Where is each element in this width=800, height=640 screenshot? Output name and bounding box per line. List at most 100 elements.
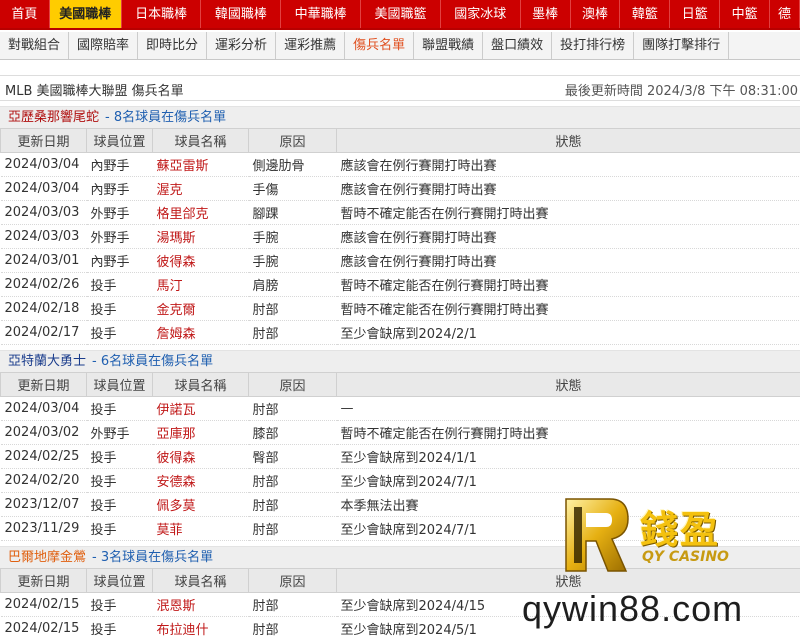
player-name[interactable]: 馬汀 xyxy=(152,272,249,297)
update-date: 2024/02/18 xyxy=(0,296,87,321)
table-row: 2024/03/03 外野手 格里郃克 腳踝 暫時不確定能否在例行賽開打時出賽 xyxy=(0,200,800,225)
update-date: 2023/12/07 xyxy=(0,492,87,517)
update-date: 2024/02/26 xyxy=(0,272,87,297)
injury-status: 應該會在例行賽開打時出賽 xyxy=(336,176,800,201)
top-nav-tab[interactable]: 澳棒 xyxy=(571,0,621,28)
player-name[interactable]: 彼得森 xyxy=(152,248,249,273)
player-name[interactable]: 金克爾 xyxy=(152,296,249,321)
update-date: 2024/03/04 xyxy=(0,176,87,201)
injury-reason: 肘部 xyxy=(248,468,337,493)
brand-subtitle: QY CASINO xyxy=(642,549,729,565)
top-nav-tab[interactable]: 日籃 xyxy=(670,0,721,28)
player-name[interactable]: 亞庫那 xyxy=(152,420,249,445)
update-date: 2024/03/02 xyxy=(0,420,87,445)
sub-nav-item[interactable]: 盤口績效 xyxy=(483,32,553,59)
top-nav-tab[interactable]: 美國職籃 xyxy=(361,0,441,28)
table-row: 2024/02/20 投手 安德森 肘部 至少會缺席到2024/7/1 xyxy=(0,468,800,493)
player-name[interactable]: 格里郃克 xyxy=(152,200,249,225)
injury-status: 應該會在例行賽開打時出賽 xyxy=(336,152,800,177)
last-updated: 最後更新時間 2024/3/8 下午 08:31:00 xyxy=(564,84,798,99)
player-position: 內野手 xyxy=(86,152,153,177)
table-row: 2024/03/04 投手 伊諾瓦 肘部 — xyxy=(0,396,800,421)
player-name[interactable]: 湯瑪斯 xyxy=(152,224,249,249)
injury-reason: 肩膀 xyxy=(248,272,337,297)
top-nav-tab[interactable]: 國家冰球 xyxy=(441,0,521,28)
injury-status: 暫時不確定能否在例行賽開打時出賽 xyxy=(336,420,800,445)
injury-status: 至少會缺席到2024/7/1 xyxy=(336,468,800,493)
sub-nav-item[interactable]: 運彩推薦 xyxy=(276,32,346,59)
injury-reason: 臀部 xyxy=(248,444,337,469)
top-nav-tab[interactable]: 美國職棒 xyxy=(49,0,122,28)
player-name[interactable]: 彼得森 xyxy=(152,444,249,469)
player-position: 投手 xyxy=(86,272,153,297)
player-position: 投手 xyxy=(86,468,153,493)
top-nav-tab[interactable]: 中華職棒 xyxy=(281,0,362,28)
player-name[interactable]: 渥克 xyxy=(152,176,249,201)
sub-nav-item[interactable]: 團隊打擊排行 xyxy=(634,32,730,59)
top-nav-tab[interactable]: 首頁 xyxy=(0,0,50,28)
injury-status: 暫時不確定能否在例行賽開打時出賽 xyxy=(336,296,800,321)
injury-reason: 腳踝 xyxy=(248,200,337,225)
column-header: 原因 xyxy=(248,372,337,397)
injury-reason: 手傷 xyxy=(248,176,337,201)
sub-nav-item[interactable]: 投打排行榜 xyxy=(552,32,635,59)
injury-status: 應該會在例行賽開打時出賽 xyxy=(336,224,800,249)
table-header-row: 更新日期 球員位置 球員名稱 原因 狀態 xyxy=(0,372,800,397)
update-date: 2024/02/15 xyxy=(0,592,87,617)
injury-status: 至少會缺席到2024/1/1 xyxy=(336,444,800,469)
top-nav-tab[interactable]: 韓國職棒 xyxy=(201,0,282,28)
player-name[interactable]: 布拉迪什 xyxy=(152,616,249,640)
player-position: 內野手 xyxy=(86,176,153,201)
sub-nav-item[interactable]: 對戰組合 xyxy=(0,32,70,59)
update-date: 2024/02/17 xyxy=(0,320,87,345)
player-name[interactable]: 莫菲 xyxy=(152,516,249,541)
update-date: 2024/03/03 xyxy=(0,200,87,225)
player-name[interactable]: 佩多莫 xyxy=(152,492,249,517)
sub-nav-item[interactable]: 即時比分 xyxy=(138,32,208,59)
table-row: 2024/02/18 投手 金克爾 肘部 暫時不確定能否在例行賽開打時出賽 xyxy=(0,296,800,321)
update-date: 2024/03/01 xyxy=(0,248,87,273)
top-nav-tab[interactable]: 中籃 xyxy=(720,0,771,28)
site-url: qywin88.com xyxy=(522,588,744,629)
player-position: 投手 xyxy=(86,516,153,541)
sub-nav-item[interactable]: 運彩分析 xyxy=(207,32,277,59)
player-position: 投手 xyxy=(86,616,153,640)
team-name[interactable]: 亞特蘭大勇士 xyxy=(8,354,86,369)
sub-nav-item[interactable]: 傷兵名單 xyxy=(345,32,415,59)
column-header: 狀態 xyxy=(336,128,800,153)
injury-reason: 肘部 xyxy=(248,592,337,617)
player-position: 外野手 xyxy=(86,224,153,249)
update-date: 2023/11/29 xyxy=(0,516,87,541)
sub-nav: 對戰組合 國際賠率 即時比分 運彩分析 運彩推薦 傷兵名單 聯盟戰績 盤口績效 投打排行榜 團隊打… xyxy=(0,32,800,60)
injury-reason: 肘部 xyxy=(248,320,337,345)
team-name[interactable]: 巴爾地摩金鶯 xyxy=(8,550,86,565)
player-name[interactable]: 詹姆森 xyxy=(152,320,249,345)
team-name[interactable]: 亞歷桑那響尾蛇 xyxy=(8,110,99,125)
sub-nav-item[interactable]: 國際賠率 xyxy=(69,32,139,59)
player-position: 投手 xyxy=(86,592,153,617)
team-injury-count: - 3名球員在傷兵名單 xyxy=(92,550,214,565)
top-nav-tab[interactable]: 德 xyxy=(770,0,800,28)
player-name[interactable]: 安德森 xyxy=(152,468,249,493)
sub-nav-item[interactable]: 聯盟戰績 xyxy=(414,32,484,59)
injury-status: 應該會在例行賽開打時出賽 xyxy=(336,248,800,273)
player-name[interactable]: 蘇亞雷斯 xyxy=(152,152,249,177)
player-position: 外野手 xyxy=(86,200,153,225)
column-header: 狀態 xyxy=(336,372,800,397)
column-header: 球員名稱 xyxy=(152,568,249,593)
top-nav-tab[interactable]: 墨棒 xyxy=(521,0,571,28)
team-section-arizona: 亞歷桑那響尾蛇 - 8名球員在傷兵名單 更新日期 球員位置 球員名稱 原因 狀態 2024… xyxy=(0,106,800,345)
injury-status: 至少會缺席到2024/2/1 xyxy=(336,320,800,345)
injury-table: 更新日期 球員位置 球員名稱 原因 狀態 2024/03/04 內野手 蘇亞雷斯 側邊肋骨 應該… xyxy=(0,128,800,345)
player-name[interactable]: 泯恩斯 xyxy=(152,592,249,617)
team-header: 亞歷桑那響尾蛇 - 8名球員在傷兵名單 xyxy=(0,106,800,128)
update-date: 2024/03/04 xyxy=(0,396,87,421)
injury-reason: 肘部 xyxy=(248,616,337,640)
player-position: 投手 xyxy=(86,396,153,421)
top-nav-tab[interactable]: 日本職棒 xyxy=(122,0,202,28)
injury-reason: 肘部 xyxy=(248,492,337,517)
player-name[interactable]: 伊諾瓦 xyxy=(152,396,249,421)
top-nav-tab[interactable]: 韓籃 xyxy=(620,0,671,28)
injury-status: 暫時不確定能否在例行賽開打時出賽 xyxy=(336,200,800,225)
injury-reason: 手腕 xyxy=(248,224,337,249)
